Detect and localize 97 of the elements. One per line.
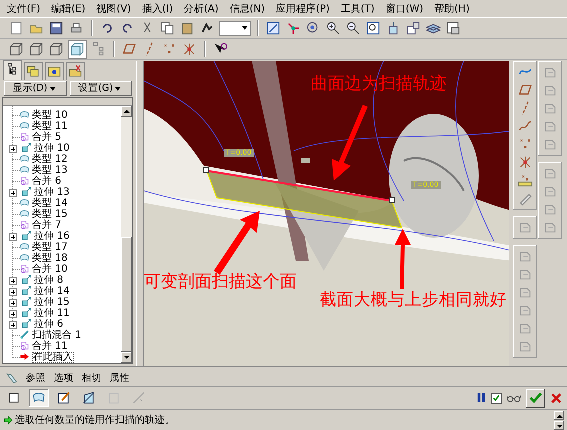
tree-item[interactable]: 拉伸 10 xyxy=(34,143,70,154)
tree-item[interactable]: 拉伸 6 xyxy=(34,319,64,330)
tree-item[interactable]: 类型 17 xyxy=(32,242,68,253)
remove-icon xyxy=(82,391,96,405)
arrow-icon xyxy=(4,416,13,424)
menu-item[interactable]: 应用程序(P) xyxy=(276,2,330,16)
tree-item[interactable]: 拉伸 15 xyxy=(34,297,70,308)
surface-icon xyxy=(32,391,46,405)
quilt-icon xyxy=(20,154,31,165)
extrude-icon xyxy=(22,275,33,286)
quilt-icon xyxy=(20,198,31,209)
tree-item[interactable]: 合并 5 xyxy=(32,132,62,143)
insert-icon xyxy=(20,352,31,363)
section-icon xyxy=(132,391,146,405)
tree-item[interactable]: 类型 12 xyxy=(32,154,68,165)
confirm-button[interactable] xyxy=(526,388,545,408)
dropdown-button[interactable]: 设置(G) xyxy=(70,81,132,96)
splitter[interactable] xyxy=(136,61,144,366)
tree-item[interactable]: 拉伸 16 xyxy=(34,231,70,242)
expand-icon[interactable] xyxy=(9,144,17,152)
toolbar-icon[interactable] xyxy=(365,20,382,36)
tree-item[interactable]: 类型 14 xyxy=(32,198,68,209)
tree-item[interactable]: 合并 11 xyxy=(32,341,68,352)
menu-item[interactable]: 信息(N) xyxy=(230,2,266,16)
surface-tool-button[interactable] xyxy=(29,389,49,407)
preview-checkbox[interactable] xyxy=(491,392,502,404)
glasses-icon[interactable] xyxy=(507,394,521,402)
scrollbar[interactable] xyxy=(554,410,564,430)
quilt-icon xyxy=(20,242,31,253)
tree-item[interactable]: 拉伸 14 xyxy=(34,286,70,297)
quilt-icon xyxy=(20,253,31,264)
extrude-icon xyxy=(22,187,33,198)
toolbar-icon[interactable] xyxy=(325,20,342,36)
tree-item[interactable]: 合并 10 xyxy=(32,264,68,275)
tree-item[interactable]: 拉伸 8 xyxy=(34,275,64,286)
quilt-icon xyxy=(20,110,31,121)
dropdown-button[interactable]: 显示(D) xyxy=(4,81,67,96)
dashboard-tab[interactable]: 选项 xyxy=(54,372,74,384)
toolbar-icon[interactable] xyxy=(265,20,282,36)
tree-item[interactable]: 合并 6 xyxy=(32,176,62,187)
sweep-icon xyxy=(6,372,18,384)
scrollbar[interactable] xyxy=(121,106,132,363)
extrude-icon xyxy=(22,231,33,242)
dashboard-tab[interactable]: 参照 xyxy=(26,372,46,384)
status-message: 选取任何数量的链用作扫描的轨迹。 xyxy=(15,414,175,427)
quilt-icon xyxy=(20,165,31,176)
cancel-icon[interactable] xyxy=(550,392,563,404)
tree-item[interactable]: 类型 18 xyxy=(32,253,68,264)
expand-icon[interactable] xyxy=(9,232,17,240)
tree-item[interactable]: 合并 7 xyxy=(32,220,62,231)
expand-icon[interactable] xyxy=(9,188,17,196)
panel-tab[interactable] xyxy=(3,60,22,80)
sweepblend-icon xyxy=(20,330,31,341)
menu-item[interactable]: 分析(A) xyxy=(184,2,219,16)
tree-item[interactable]: 类型 15 xyxy=(32,209,68,220)
menu-item[interactable]: 工具(T) xyxy=(340,2,375,16)
tree-item[interactable]: 扫描混合 1 xyxy=(32,330,82,341)
menu-item[interactable]: 窗口(W) xyxy=(386,2,424,16)
dashboard-tab[interactable]: 属性 xyxy=(110,372,130,384)
tree-item[interactable]: 类型 10 xyxy=(32,110,68,121)
extrude-icon xyxy=(22,143,33,154)
merge-icon xyxy=(20,220,31,231)
tree-item[interactable]: 拉伸 13 xyxy=(34,187,70,198)
dashboard-tab[interactable]: 相切 xyxy=(82,372,102,384)
extrude-icon xyxy=(22,308,33,319)
menu-item[interactable]: 文件(F) xyxy=(7,2,41,16)
extrude-icon xyxy=(22,319,33,330)
quilt-icon xyxy=(20,209,31,220)
menu-item[interactable]: 插入(I) xyxy=(142,2,174,16)
menu-item[interactable]: 视图(V) xyxy=(96,2,132,16)
merge-icon xyxy=(20,132,31,143)
arrow xyxy=(394,229,411,289)
sketch-icon xyxy=(57,391,71,405)
annotation-text: 截面大概与上步相同就好 xyxy=(320,291,507,310)
thicken-icon xyxy=(107,391,121,405)
extrude-icon xyxy=(22,297,33,308)
menu-item[interactable]: 编辑(E) xyxy=(52,2,86,16)
extrude-icon xyxy=(22,286,33,297)
toolbar-icon[interactable] xyxy=(159,20,176,36)
panel-tab[interactable] xyxy=(45,62,64,80)
toolbar-icon[interactable] xyxy=(345,20,362,36)
merge-icon xyxy=(20,176,31,187)
annotation-text: 可变剖面扫描这个面 xyxy=(144,273,297,292)
solid-icon xyxy=(7,391,21,405)
tree-item[interactable]: 拉伸 11 xyxy=(34,308,70,319)
merge-icon xyxy=(20,341,31,352)
tree-item[interactable]: 类型 11 xyxy=(32,121,68,132)
toolbar-icon[interactable] xyxy=(445,20,462,36)
toolbar-icon[interactable] xyxy=(405,20,422,36)
dropdown[interactable] xyxy=(219,20,251,36)
merge-icon xyxy=(20,264,31,275)
tree-item[interactable]: 在此插入 xyxy=(32,352,74,363)
pause-icon[interactable] xyxy=(477,392,486,404)
tree-item[interactable]: 类型 13 xyxy=(32,165,68,176)
menu-item[interactable]: 帮助(H) xyxy=(434,2,470,16)
toolbar-icon[interactable] xyxy=(48,20,65,36)
quilt-icon xyxy=(20,121,31,132)
